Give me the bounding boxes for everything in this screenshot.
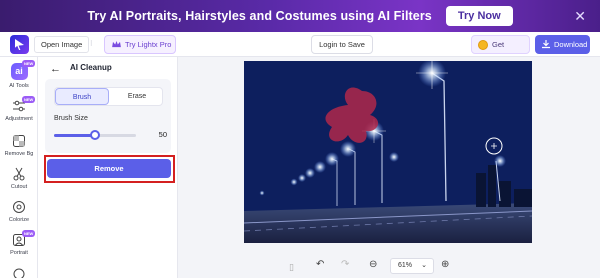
crown-icon	[112, 41, 121, 48]
app-logo[interactable]	[10, 35, 29, 54]
banner-text: Try AI Portraits, Hairstyles and Costume…	[87, 9, 432, 23]
try-now-button[interactable]: Try Now	[445, 6, 513, 26]
sidebar-item-label: Adjustment	[5, 116, 33, 122]
sidebar-item-label: Remove Bg	[4, 151, 34, 157]
scissors-icon	[13, 167, 25, 181]
new-badge: NEW	[22, 96, 36, 103]
sidebar-item-label: Portrait	[10, 250, 28, 256]
separator-icon: ⁝	[90, 39, 93, 48]
tools-sidebar: ai NEW AI Tools NEW Adjustment Remove Bg…	[0, 57, 38, 278]
brush-size-label: Brush Size	[54, 115, 88, 122]
sidebar-item-adjustment[interactable]: NEW Adjustment	[0, 96, 38, 122]
download-button[interactable]: Download	[535, 35, 590, 54]
promo-banner: Try AI Portraits, Hairstyles and Costume…	[0, 0, 600, 32]
open-image-button[interactable]: Open Image	[34, 36, 90, 53]
try-pro-label: Try Lightx Pro	[125, 40, 172, 49]
brush-erase-toggle: Brush Erase	[54, 87, 163, 106]
close-icon[interactable]: ✕	[574, 8, 586, 24]
sidebar-item-cutout[interactable]: Cutout	[0, 167, 38, 190]
tab-brush[interactable]: Brush	[55, 88, 109, 105]
colorize-icon	[13, 201, 25, 213]
back-arrow-icon[interactable]: ←	[50, 63, 61, 75]
sidebar-item-remove-bg[interactable]: Remove Bg	[0, 134, 38, 157]
sidebar-item-ai-tools[interactable]: ai NEW AI Tools	[0, 60, 38, 89]
tab-erase[interactable]: Erase	[110, 88, 164, 105]
brush-size-slider[interactable]	[54, 130, 136, 140]
download-label: Download	[554, 40, 588, 49]
sidebar-item-more[interactable]	[0, 265, 38, 278]
sidebar-item-label: Colorize	[8, 217, 30, 223]
slider-fill	[54, 134, 95, 137]
sidebar-item-colorize[interactable]: Colorize	[0, 200, 38, 223]
new-badge: NEW	[22, 60, 36, 67]
top-toolbar: Open Image ⁝ Try Lightx Pro Login to Sav…	[0, 32, 600, 66]
undo-icon[interactable]: ↶	[316, 259, 324, 271]
compare-icon[interactable]: ▯	[289, 261, 294, 273]
sidebar-item-portrait[interactable]: NEW Portrait	[0, 230, 38, 256]
brush-settings-card: Brush Erase Brush Size 50	[45, 79, 171, 153]
zoom-select[interactable]: 61% ⌄	[390, 258, 434, 274]
download-icon	[542, 40, 550, 49]
login-to-save-button[interactable]: Login to Save	[311, 35, 373, 54]
remove-button-highlight	[44, 155, 175, 183]
slider-thumb[interactable]	[90, 130, 100, 140]
new-badge: NEW	[22, 230, 36, 237]
coin-icon	[478, 40, 488, 50]
image-canvas[interactable]	[244, 61, 532, 243]
sidebar-item-label: Cutout	[10, 184, 28, 190]
chevron-down-icon: ⌄	[421, 262, 427, 269]
remove-bg-icon	[13, 135, 25, 147]
zoom-out-icon[interactable]: ⊖	[369, 259, 377, 271]
zoom-in-icon[interactable]: ⊕	[441, 259, 449, 271]
night-highway-photo	[244, 61, 532, 243]
sidebar-item-label: AI Tools	[9, 83, 29, 89]
more-tool-icon	[13, 268, 25, 278]
try-pro-button[interactable]: Try Lightx Pro	[104, 35, 176, 54]
get-credits-button[interactable]: Get Credits	[471, 35, 530, 66]
panel-title: AI Cleanup	[70, 63, 112, 72]
brush-size-value: 50	[158, 130, 167, 139]
zoom-level: 61%	[398, 262, 413, 269]
redo-icon[interactable]: ↷	[341, 259, 349, 271]
